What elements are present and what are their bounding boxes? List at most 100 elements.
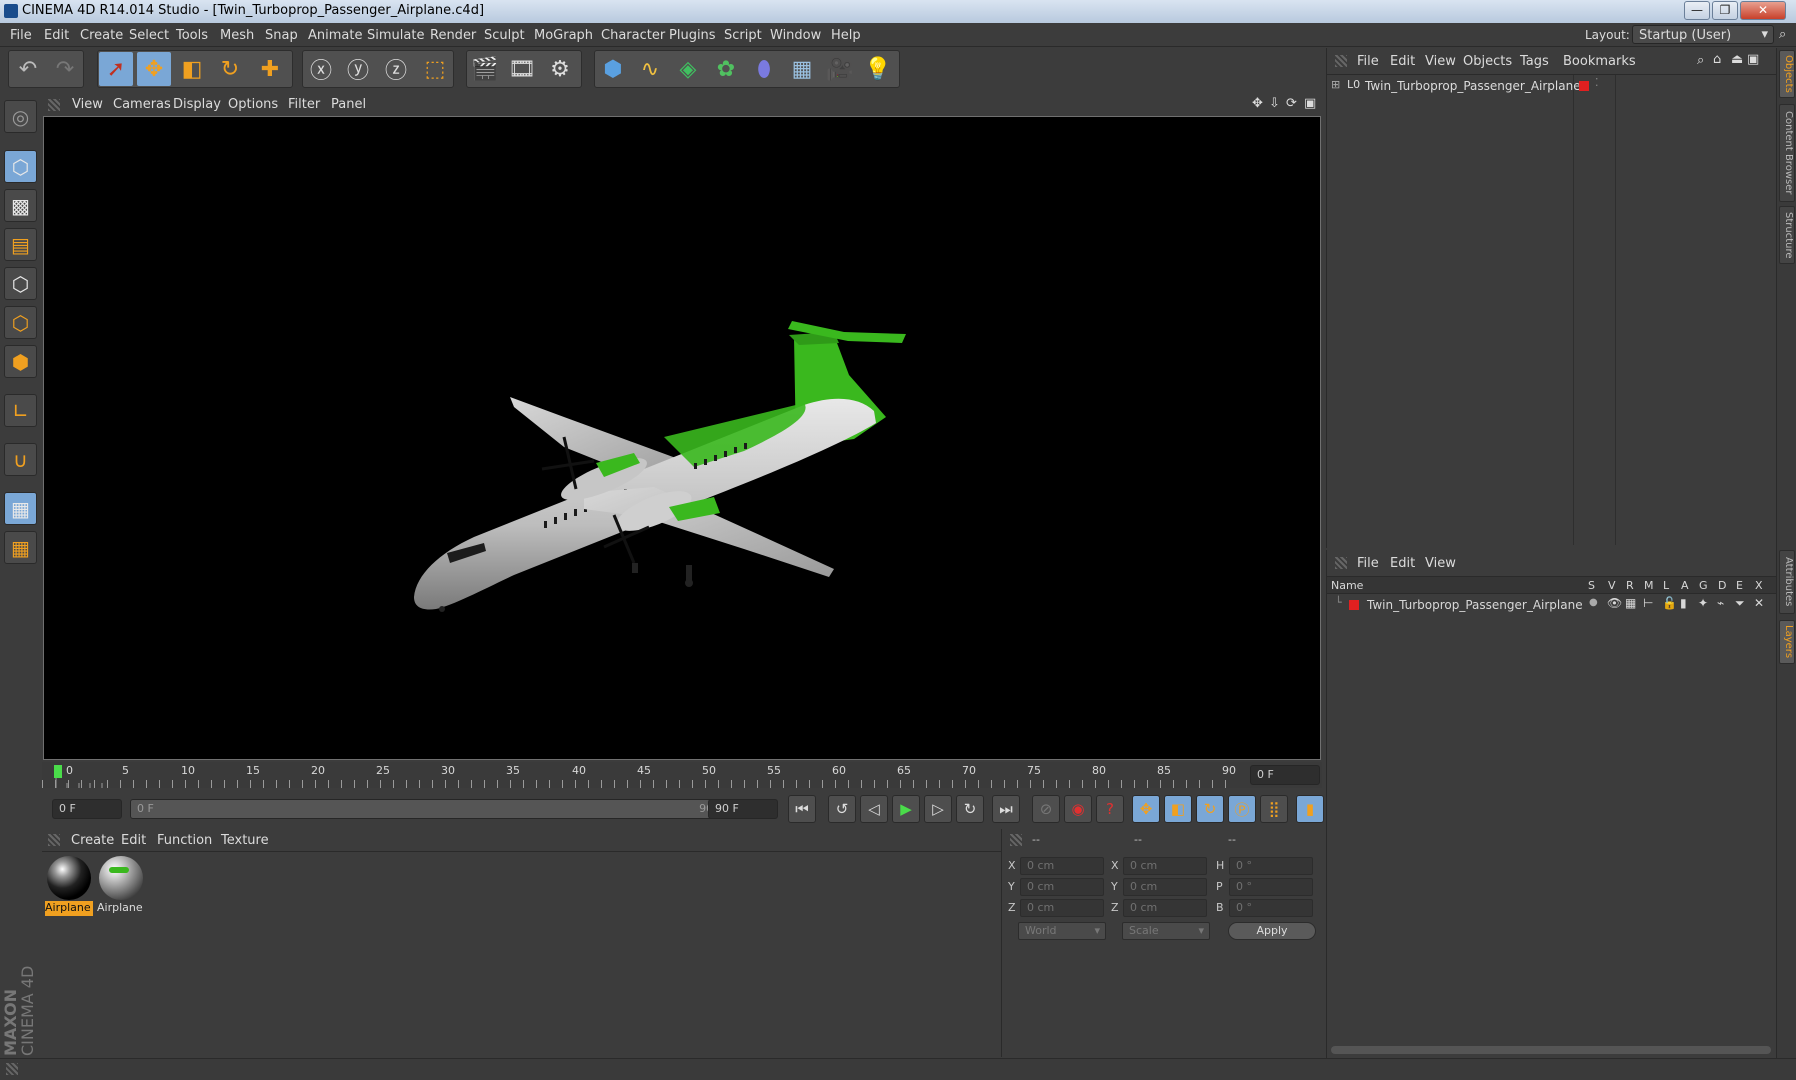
expression-toggle-icon[interactable]: ⏷ — [1735, 596, 1745, 611]
viewport-menu-display[interactable]: Display — [173, 97, 221, 112]
pos-x-field[interactable]: 0 cm — [1020, 857, 1104, 875]
object-menu-file[interactable]: File — [1357, 54, 1379, 69]
tab-objects[interactable]: Objects — [1779, 50, 1795, 98]
end-frame-field[interactable]: 90 F — [708, 799, 778, 819]
play-icon[interactable]: ▶ — [892, 795, 920, 823]
pan-view-icon[interactable]: ✥ — [1252, 96, 1263, 111]
new-view-icon[interactable]: ▣ — [1747, 52, 1759, 67]
world-select[interactable]: World ▾ — [1018, 922, 1106, 940]
menu-plugins[interactable]: Plugins — [669, 28, 716, 43]
menu-script[interactable]: Script — [724, 28, 762, 43]
playhead[interactable] — [54, 765, 62, 778]
manager-toggle-icon[interactable]: ⊢ — [1643, 596, 1653, 610]
panel-grip-icon[interactable] — [48, 834, 60, 846]
polygons-mode-icon[interactable]: ⬢ — [4, 345, 37, 378]
layer-color-swatch[interactable] — [1349, 600, 1359, 610]
workplane-lock-icon[interactable]: ▦ — [4, 492, 37, 525]
rotate-view-icon[interactable]: ⟳ — [1286, 96, 1297, 111]
rot-b-field[interactable]: 0 ° — [1229, 899, 1313, 917]
tab-content-browser[interactable]: Content Browser — [1779, 104, 1795, 202]
axis-mode-icon[interactable]: ∟ — [4, 394, 37, 427]
panel-grip-icon[interactable] — [1335, 55, 1347, 67]
menu-character[interactable]: Character — [601, 28, 665, 43]
tab-attributes[interactable]: Attributes — [1779, 550, 1795, 614]
size-y-field[interactable]: 0 cm — [1123, 878, 1207, 896]
menu-simulate[interactable]: Simulate — [367, 28, 424, 43]
scale-icon[interactable]: ◧ — [175, 52, 209, 86]
spline-icon[interactable]: ∿ — [633, 52, 667, 86]
make-editable-icon[interactable]: ◎ — [4, 100, 37, 133]
record-rotation-icon[interactable]: ↻ — [1196, 795, 1224, 823]
object-menu-view[interactable]: View — [1425, 54, 1456, 69]
floor-icon[interactable]: ▦ — [785, 52, 819, 86]
menu-edit[interactable]: Edit — [44, 28, 69, 43]
rot-p-field[interactable]: 0 ° — [1229, 878, 1313, 896]
x-axis-icon[interactable]: ⓧ — [304, 52, 338, 86]
viewport-menu-filter[interactable]: Filter — [288, 97, 320, 112]
current-frame-field[interactable]: 0 F — [1250, 765, 1320, 785]
panel-grip-icon[interactable] — [48, 99, 60, 111]
tab-structure[interactable]: Structure — [1779, 206, 1795, 264]
lock-icon[interactable]: 🔓 — [1662, 596, 1677, 610]
keyframe-selection-icon[interactable]: ? — [1096, 795, 1124, 823]
maximize-view-icon[interactable]: ▣ — [1304, 96, 1316, 111]
record-scale-icon[interactable]: ◧ — [1164, 795, 1192, 823]
material-menu-create[interactable]: Create — [71, 833, 114, 848]
texture-mode-icon[interactable]: ▩ — [4, 189, 37, 222]
snap-magnet-icon[interactable]: ∪ — [4, 443, 37, 476]
col-view[interactable]: V — [1608, 579, 1616, 592]
viewport-menu-options[interactable]: Options — [228, 97, 278, 112]
points-mode-icon[interactable]: ⬡ — [4, 267, 37, 300]
timeline-ruler[interactable]: 0 5 10 15 20 25 30 35 40 45 50 55 60 65 … — [42, 762, 1322, 788]
material-menu-function[interactable]: Function — [157, 833, 212, 848]
expand-icon[interactable]: ⊞ — [1331, 78, 1340, 91]
menu-render[interactable]: Render — [430, 28, 476, 43]
prev-key-icon[interactable]: ↺ — [828, 795, 856, 823]
collapse-icon[interactable]: ⏏ — [1731, 52, 1743, 67]
menu-mograph[interactable]: MoGraph — [534, 28, 593, 43]
col-xref[interactable]: X — [1755, 579, 1763, 592]
layer-menu-file[interactable]: File — [1357, 556, 1379, 571]
maximize-button[interactable]: ❐ — [1712, 1, 1738, 20]
render-view-icon[interactable]: 🎬 — [468, 52, 502, 86]
redo-icon[interactable]: ↷ — [48, 52, 82, 86]
menu-snap[interactable]: Snap — [265, 28, 298, 43]
viewport-menu-panel[interactable]: Panel — [331, 97, 366, 112]
eye-icon[interactable]: 👁 — [1607, 596, 1622, 610]
prev-frame-icon[interactable]: ◁ — [860, 795, 888, 823]
record-parameter-icon[interactable]: Ⓟ — [1228, 795, 1256, 823]
col-name[interactable]: Name — [1331, 579, 1363, 592]
record-pla-icon[interactable]: ⣿ — [1260, 795, 1288, 823]
layer-menu-edit[interactable]: Edit — [1390, 556, 1415, 571]
animation-toggle-icon[interactable]: ▮ — [1680, 596, 1687, 610]
record-disabled-icon[interactable]: ⊘ — [1032, 795, 1060, 823]
next-key-icon[interactable]: ↻ — [956, 795, 984, 823]
workplane-rotate-icon[interactable]: ▦ — [4, 531, 37, 564]
object-menu-bookmarks[interactable]: Bookmarks — [1563, 54, 1636, 69]
nurbs-icon[interactable]: ◈ — [671, 52, 705, 86]
col-animation[interactable]: A — [1681, 579, 1689, 592]
layer-name[interactable]: Twin_Turboprop_Passenger_Airplane — [1367, 598, 1583, 612]
next-frame-icon[interactable]: ▷ — [924, 795, 952, 823]
material-menu-texture[interactable]: Texture — [221, 833, 269, 848]
workplane-icon[interactable]: ▤ — [4, 228, 37, 261]
menu-file[interactable]: File — [10, 28, 32, 43]
frame-range-slider[interactable]: 0 F 90 F — [130, 799, 742, 819]
object-name[interactable]: Twin_Turboprop_Passenger_Airplane — [1365, 79, 1581, 93]
menu-window[interactable]: Window — [770, 28, 821, 43]
col-manager[interactable]: M — [1644, 579, 1654, 592]
coordinate-system-icon[interactable]: ⬚ — [418, 52, 452, 86]
home-icon[interactable]: ⌂ — [1713, 52, 1721, 67]
deformer-icon[interactable]: ⬮ — [747, 52, 781, 86]
object-menu-objects[interactable]: Objects — [1463, 54, 1512, 69]
menu-select[interactable]: Select — [129, 28, 169, 43]
panel-grip-icon[interactable] — [6, 1063, 18, 1075]
minimize-button[interactable]: — — [1684, 1, 1710, 20]
rot-h-field[interactable]: 0 ° — [1229, 857, 1313, 875]
cube-icon[interactable]: ⬢ — [596, 52, 630, 86]
layer-color-swatch[interactable] — [1579, 81, 1589, 91]
material-thumb[interactable]: Airplane — [45, 854, 93, 916]
pos-y-field[interactable]: 0 cm — [1020, 878, 1104, 896]
material-thumb[interactable]: Airplane — [97, 854, 145, 916]
apply-button[interactable]: Apply — [1228, 922, 1316, 940]
